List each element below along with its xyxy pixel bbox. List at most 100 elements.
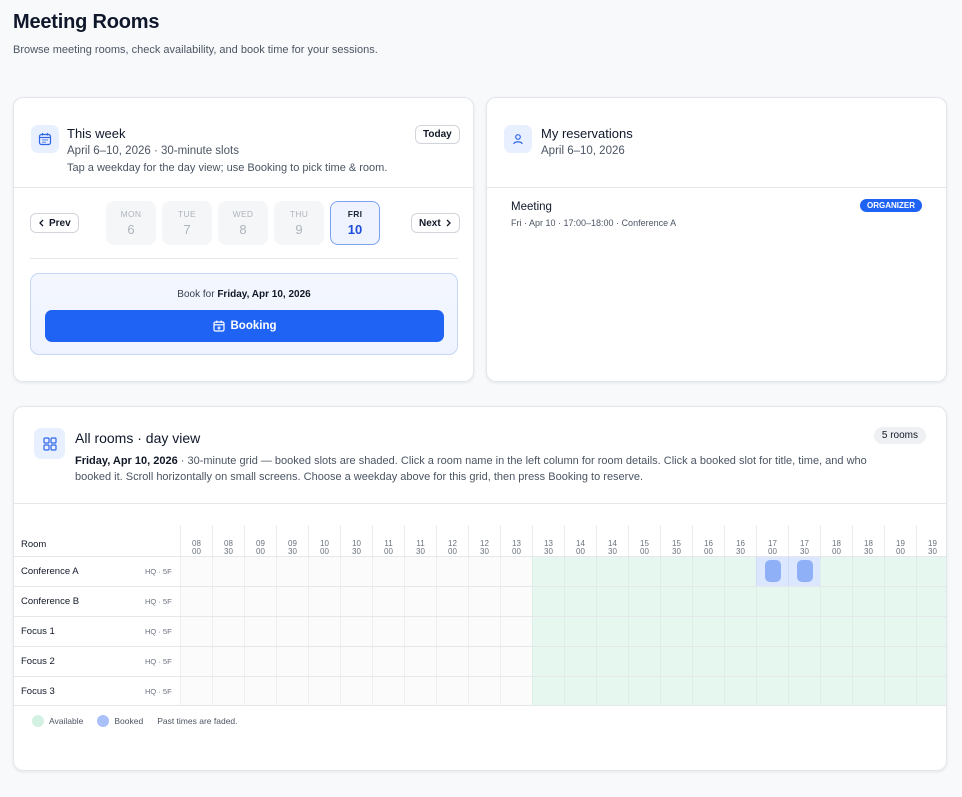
day-fri[interactable]: FRI 10 [330,201,380,245]
available-slot[interactable] [564,587,596,616]
time-minute: 00 [320,547,329,556]
time-minute: 30 [288,547,297,556]
time-column-header: 09 30 [276,525,308,556]
booked-slot[interactable] [756,557,788,586]
available-slot[interactable] [564,557,596,586]
room-name-link[interactable]: Focus 1 [21,626,55,637]
past-slot [500,647,532,676]
available-slot[interactable] [724,617,756,646]
day-wed[interactable]: WED 8 [218,201,268,245]
room-name-link[interactable]: Conference B [21,596,79,607]
available-slot[interactable] [692,587,724,616]
available-slot[interactable] [628,677,660,706]
time-minute: 00 [256,547,265,556]
available-slot[interactable] [852,617,884,646]
available-slot[interactable] [724,647,756,676]
booking-button[interactable]: Booking [45,310,444,342]
available-slot[interactable] [660,677,692,706]
available-slot[interactable] [724,677,756,706]
available-slot[interactable] [596,587,628,616]
available-slot[interactable] [628,557,660,586]
past-slot [468,677,500,706]
available-slot[interactable] [532,587,564,616]
room-name-link[interactable]: Conference A [21,566,79,577]
available-slot[interactable] [916,587,946,616]
available-slot[interactable] [852,647,884,676]
calendar-icon [31,125,59,153]
available-slot[interactable] [884,617,916,646]
available-slot[interactable] [756,647,788,676]
available-slot[interactable] [660,557,692,586]
available-slot[interactable] [756,677,788,706]
available-slot[interactable] [692,677,724,706]
today-button[interactable]: Today [415,125,460,144]
available-slot[interactable] [788,617,820,646]
available-slot[interactable] [660,647,692,676]
page-subtitle: Browse meeting rooms, check availability… [13,44,378,56]
available-slot[interactable] [596,557,628,586]
available-slot[interactable] [596,647,628,676]
time-minute: 30 [928,547,937,556]
available-slot[interactable] [916,617,946,646]
past-slot [276,677,308,706]
past-slot [244,617,276,646]
available-slot[interactable] [692,617,724,646]
booked-swatch [97,715,110,727]
available-slot[interactable] [884,587,916,616]
room-row: Conference A HQ · 5F [14,556,946,586]
available-slot[interactable] [724,557,756,586]
room-name-link[interactable]: Focus 3 [21,686,55,697]
available-slot[interactable] [564,677,596,706]
available-slot[interactable] [788,677,820,706]
available-slot[interactable] [852,587,884,616]
prev-button[interactable]: Prev [30,213,79,233]
available-slot[interactable] [564,617,596,646]
available-slot[interactable] [820,617,852,646]
available-slot[interactable] [916,677,946,706]
available-slot[interactable] [884,677,916,706]
available-slot[interactable] [916,647,946,676]
available-slot[interactable] [820,587,852,616]
available-slot[interactable] [532,617,564,646]
available-slot[interactable] [884,557,916,586]
available-slot[interactable] [692,647,724,676]
next-button[interactable]: Next [411,213,460,233]
available-slot[interactable] [660,587,692,616]
available-slot[interactable] [628,587,660,616]
available-slot[interactable] [916,557,946,586]
reservations-range: April 6–10, 2026 [541,145,625,157]
divider [14,187,473,188]
day-mon[interactable]: MON 6 [106,201,156,245]
available-slot[interactable] [628,647,660,676]
available-slot[interactable] [756,617,788,646]
available-slot[interactable] [852,677,884,706]
day-thu[interactable]: THU 9 [274,201,324,245]
available-slot[interactable] [788,587,820,616]
available-slot[interactable] [820,677,852,706]
time-minute: 00 [576,547,585,556]
available-slot[interactable] [788,647,820,676]
available-slot[interactable] [532,677,564,706]
booking-chip[interactable] [765,560,781,582]
available-slot[interactable] [532,557,564,586]
available-slot[interactable] [884,647,916,676]
available-slot[interactable] [820,647,852,676]
available-slot[interactable] [724,587,756,616]
available-slot[interactable] [596,617,628,646]
available-slot[interactable] [820,557,852,586]
available-slot[interactable] [596,677,628,706]
available-slot[interactable] [564,647,596,676]
available-slot[interactable] [692,557,724,586]
available-slot[interactable] [852,557,884,586]
past-slot [244,677,276,706]
available-slot[interactable] [628,617,660,646]
available-slot[interactable] [532,647,564,676]
room-name-link[interactable]: Focus 2 [21,656,55,667]
past-slot [468,587,500,616]
day-tue[interactable]: TUE 7 [162,201,212,245]
booked-slot[interactable] [788,557,820,586]
booking-chip[interactable] [797,560,813,582]
available-slot[interactable] [660,617,692,646]
past-slot [436,647,468,676]
available-slot[interactable] [756,587,788,616]
